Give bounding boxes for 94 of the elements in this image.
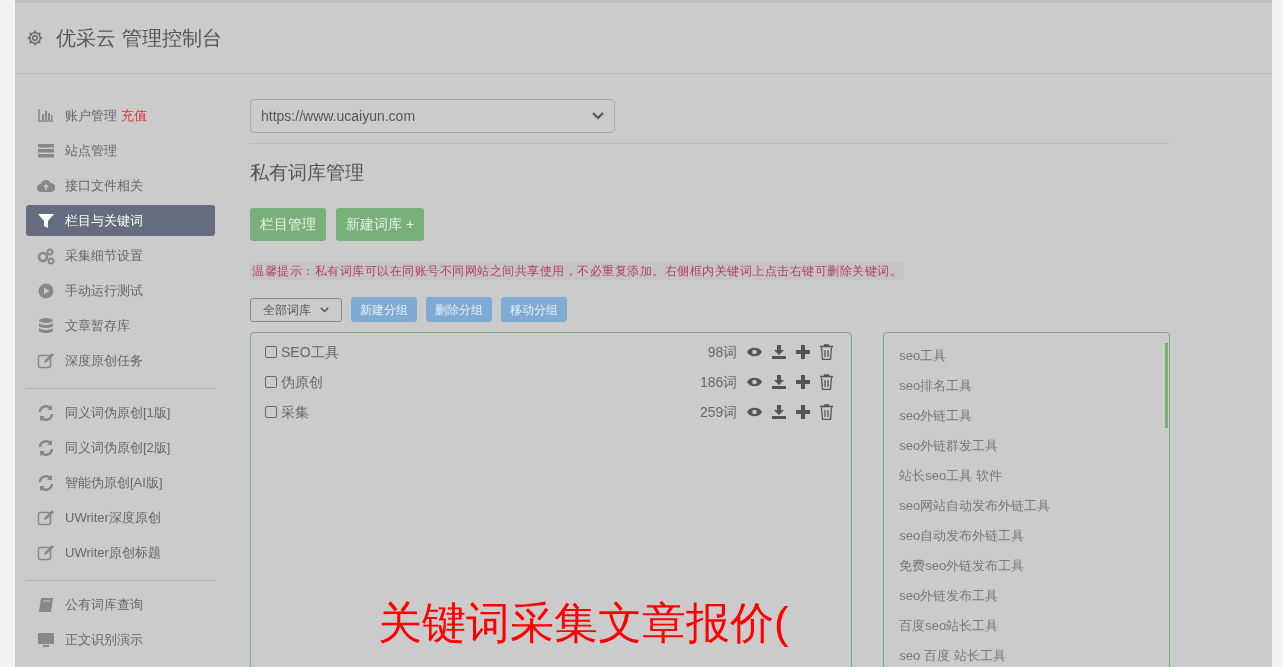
server-icon [37,141,55,160]
group-button[interactable]: 删除分组 [426,297,492,322]
edit-icon [37,351,55,370]
sidebar-label: 手动运行测试 [65,281,143,300]
filter-icon [37,211,55,230]
group-button[interactable]: 移动分组 [501,297,567,322]
page-title: 私有词库管理 [250,161,365,185]
sidebar-item[interactable]: 文章暂存库 [26,310,215,341]
site-url: https://www.ucaiyun.com [261,106,416,126]
keyword-item[interactable]: seo外链工具 [899,406,973,426]
scrollbar[interactable] [1165,343,1168,428]
download-icon[interactable] [772,345,787,359]
book-icon [37,595,55,614]
keyword-item[interactable]: seo 百度 站长工具 [899,646,1006,666]
database-icon [37,316,55,335]
keyword-item[interactable]: seo自动发布外链工具 [899,526,1025,546]
sidebar-label: UWriter深度原创 [65,508,161,527]
checkbox[interactable] [265,376,277,388]
refresh-icon [37,403,55,422]
word-count: 98词 [707,342,738,362]
sidebar-item[interactable]: 深度原创任务 [26,345,215,376]
sidebar-item[interactable]: UWriter深度原创 [26,502,215,533]
sidebar-label: 公有词库查询 [65,595,143,614]
download-icon[interactable] [772,375,787,389]
sidebar-label: 同义词伪原创[1版] [65,403,171,422]
trash-icon[interactable] [820,404,834,420]
keyword-item[interactable]: seo工具 [899,346,947,366]
caret-icon [592,112,604,120]
caret-icon [320,306,329,313]
sidebar-item[interactable]: 同义词伪原创[2版] [26,432,215,463]
eye-icon[interactable] [747,407,763,417]
select-value: 全部词库 [263,301,311,319]
sidebar-item[interactable]: UWriter原创标题 [26,537,215,568]
keyword-item[interactable]: 站长seo工具 软件 [899,466,1002,486]
sidebar-label: 站点管理 [65,141,117,160]
sidebar-item[interactable]: 站点管理 [26,135,215,166]
gears-icon [37,246,55,265]
eye-icon[interactable] [747,347,763,357]
sidebar-label: 接口文件相关 [65,176,143,195]
sidebar-item[interactable]: 栏目与关键词 [26,205,215,236]
sidebar-label: 智能伪原创[AI版] [65,473,163,492]
word-count: 186词 [699,372,738,392]
library-name: 伪原创 [281,372,324,392]
action-button[interactable]: 新建词库 + [336,208,425,241]
bar-chart-icon [37,106,55,125]
sidebar-label: 正文识别演示 [65,630,143,649]
trash-icon[interactable] [820,344,834,360]
edit-icon [37,508,55,527]
trash-icon[interactable] [820,374,834,390]
keyword-item[interactable]: seo网站自动发布外链工具 [899,496,1051,516]
sidebar-label: 文章暂存库 [65,316,130,335]
sidebar-item[interactable]: 手动运行测试 [26,275,215,306]
sidebar-item[interactable]: 账户管理 充值 [26,100,215,131]
keyword-item[interactable]: 百度seo站长工具 [899,616,999,636]
sidebar-label: 深度原创任务 [65,351,143,370]
sidebar-label: 采集细节设置 [65,246,143,265]
sidebar-label: 账户管理 [65,106,117,125]
checkbox[interactable] [265,346,277,358]
hint-text: 温馨提示：私有词库可以在同账号不同网站之间共享使用，不必重复添加。右侧框内关键词上点击右键可删除关键词。 [250,263,904,280]
download-icon[interactable] [772,405,787,419]
keyword-item[interactable]: 免费seo外链发布工具 [899,556,1025,576]
sidebar-item[interactable]: 采集细节设置 [26,240,215,271]
sidebar-item[interactable]: 同义词伪原创[1版] [26,397,215,428]
plus-icon[interactable] [796,345,811,359]
sidebar-item[interactable]: 接口文件相关 [26,170,215,201]
eye-icon[interactable] [747,377,763,387]
app-title: 优采云 管理控制台 [56,26,222,51]
refresh-icon [37,473,55,492]
word-count: 259词 [699,402,738,422]
sidebar-label: 栏目与关键词 [65,211,143,230]
keyword-item[interactable]: seo外链发布工具 [899,586,999,606]
edit-icon [37,543,55,562]
sidebar-item[interactable]: 正文识别演示 [26,624,215,655]
library-name: 采集 [281,402,310,422]
keyword-item[interactable]: seo外链群发工具 [899,436,999,456]
sidebar-item[interactable]: 公有词库查询 [26,589,215,620]
group-select[interactable]: 全部词库 [250,297,342,322]
sidebar-label: UWriter原创标题 [65,543,161,562]
overlay-caption: 关键词采集文章报价( [378,597,789,649]
sidebar-label: 同义词伪原创[2版] [65,438,171,457]
keyword-item[interactable]: seo排名工具 [899,376,973,396]
refresh-icon [37,438,55,457]
play-icon [37,281,55,300]
settings-icon [26,29,44,47]
monitor-icon [37,630,55,649]
sidebar-item[interactable]: 智能伪原创[AI版] [26,467,215,498]
library-name: SEO工具 [281,342,340,362]
recharge-link[interactable]: 充值 [121,105,147,126]
plus-icon[interactable] [796,405,811,419]
site-select[interactable]: https://www.ucaiyun.com [250,99,615,133]
checkbox[interactable] [265,406,277,418]
action-button[interactable]: 栏目管理 [250,208,326,241]
plus-icon[interactable] [796,375,811,389]
group-button[interactable]: 新建分组 [351,297,417,322]
